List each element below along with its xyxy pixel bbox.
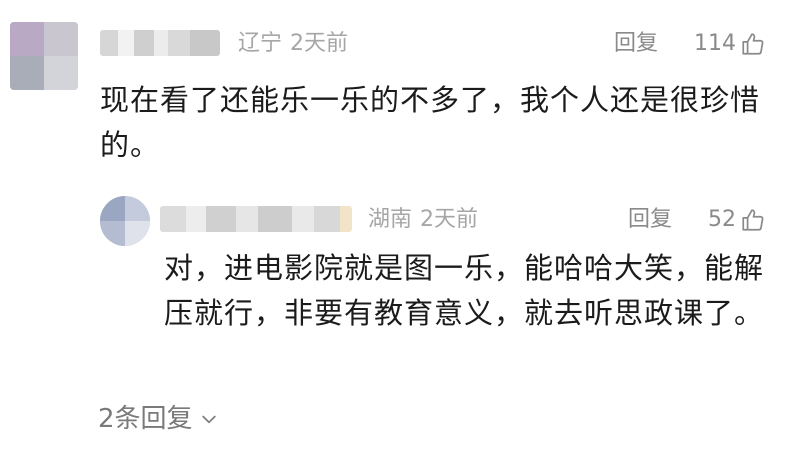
reply-button[interactable]: 回复 <box>628 206 672 234</box>
username[interactable] <box>100 30 220 56</box>
reply-text: 对，进电影院就是图一乐，能哈哈大笑，能解压就行，非要有教育意义，就去听思政课了。 <box>164 251 765 330</box>
username[interactable] <box>160 206 352 232</box>
comment-text: 现在看了还能乐一乐的不多了，我个人还是很珍惜的。 <box>100 83 761 162</box>
reply-button[interactable]: 回复 <box>614 30 658 58</box>
like-count: 114 <box>694 31 736 56</box>
avatar[interactable] <box>100 196 150 246</box>
comment-region: 辽宁 <box>238 31 283 56</box>
reply-item: 湖南 2天前 回复 52 对，进电影院就是图一乐，能哈哈大笑，能解压就行，非要有教… <box>0 190 800 390</box>
comment-time: 2天前 <box>290 31 349 56</box>
reply-time: 2天前 <box>420 207 479 232</box>
more-replies-label: 2条回复 <box>98 404 193 434</box>
reply-meta: 湖南 2天前 <box>368 206 478 234</box>
more-replies-button[interactable]: 2条回复 <box>98 402 219 436</box>
like-button[interactable]: 114 <box>694 30 766 58</box>
reply-region: 湖南 <box>368 207 413 232</box>
avatar[interactable] <box>10 22 78 90</box>
comment-item: 辽宁 2天前 回复 114 现在看了还能乐一乐的不多了，我个人还是很珍惜的。 <box>0 0 800 190</box>
chevron-down-icon <box>201 415 216 424</box>
thumbs-up-icon <box>742 209 764 231</box>
like-count: 52 <box>708 207 736 232</box>
like-button[interactable]: 52 <box>708 206 766 234</box>
thumbs-up-icon <box>742 33 764 55</box>
comment-meta: 辽宁 2天前 <box>238 30 348 58</box>
